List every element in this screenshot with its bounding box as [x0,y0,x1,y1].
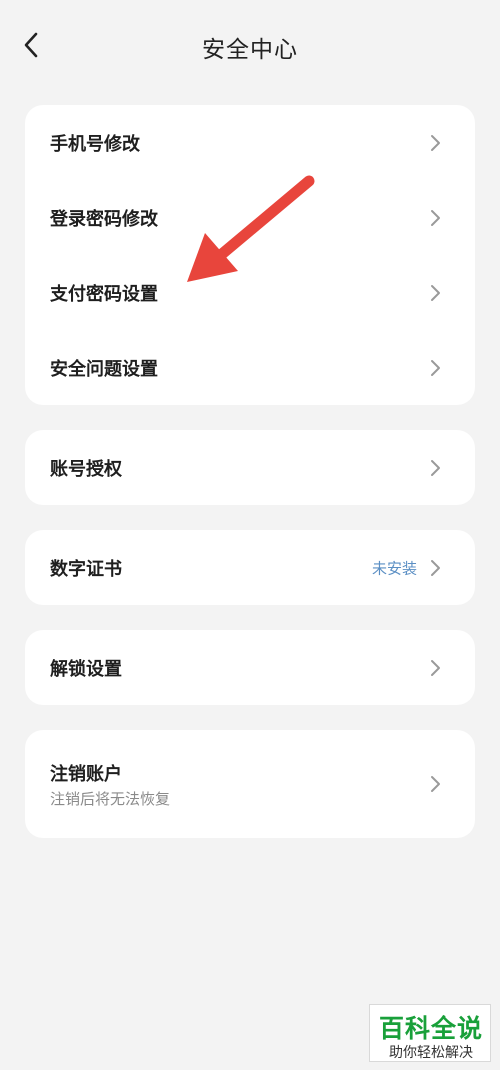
digital-certificate-item[interactable]: 数字证书 未安装 [25,530,475,605]
chevron-right-icon [431,776,440,792]
login-password-change-item[interactable]: 登录密码修改 [25,180,475,255]
watermark-subtitle: 助你轻松解决 [389,1045,473,1061]
item-label: 手机号修改 [50,133,140,155]
payment-password-setting-item[interactable]: 支付密码设置 [25,255,475,330]
security-question-setting-item[interactable]: 安全问题设置 [25,330,475,405]
item-label: 解锁设置 [50,658,122,680]
digital-cert-card: 数字证书 未安装 [25,530,475,605]
watermark-title: 百科全说 [378,1014,483,1043]
chevron-right-icon [431,459,440,476]
chevron-right-icon [431,359,440,376]
watermark-logo: 百科全说 助你轻松解决 [369,1004,491,1062]
item-label: 安全问题设置 [50,358,158,380]
chevron-right-icon [431,209,440,226]
phone-number-change-item[interactable]: 手机号修改 [25,105,475,180]
item-sublabel: 注销后将无法恢复 [50,790,171,808]
item-label: 支付密码设置 [50,283,158,305]
cancel-account-item[interactable]: 注销账户 注销后将无法恢复 [25,730,475,838]
item-label: 注销账户 [50,764,122,785]
chevron-right-icon [431,559,440,576]
item-label: 账号授权 [50,458,122,480]
chevron-right-icon [431,134,440,151]
security-settings-card: 手机号修改 登录密码修改 支付密码设置 安全问题设置 [25,105,475,405]
install-status-text: 未安装 [371,559,417,577]
account-auth-card: 账号授权 [25,430,475,505]
account-authorization-item[interactable]: 账号授权 [25,430,475,505]
unlock-card: 解锁设置 [25,630,475,705]
item-label: 数字证书 [50,558,122,580]
chevron-right-icon [431,659,440,676]
top-bar: 安全中心 [0,0,500,92]
page-title: 安全中心 [202,37,298,63]
cancel-account-card: 注销账户 注销后将无法恢复 [25,730,475,838]
unlock-settings-item[interactable]: 解锁设置 [25,630,475,705]
item-label: 登录密码修改 [50,208,158,230]
chevron-right-icon [431,284,440,301]
